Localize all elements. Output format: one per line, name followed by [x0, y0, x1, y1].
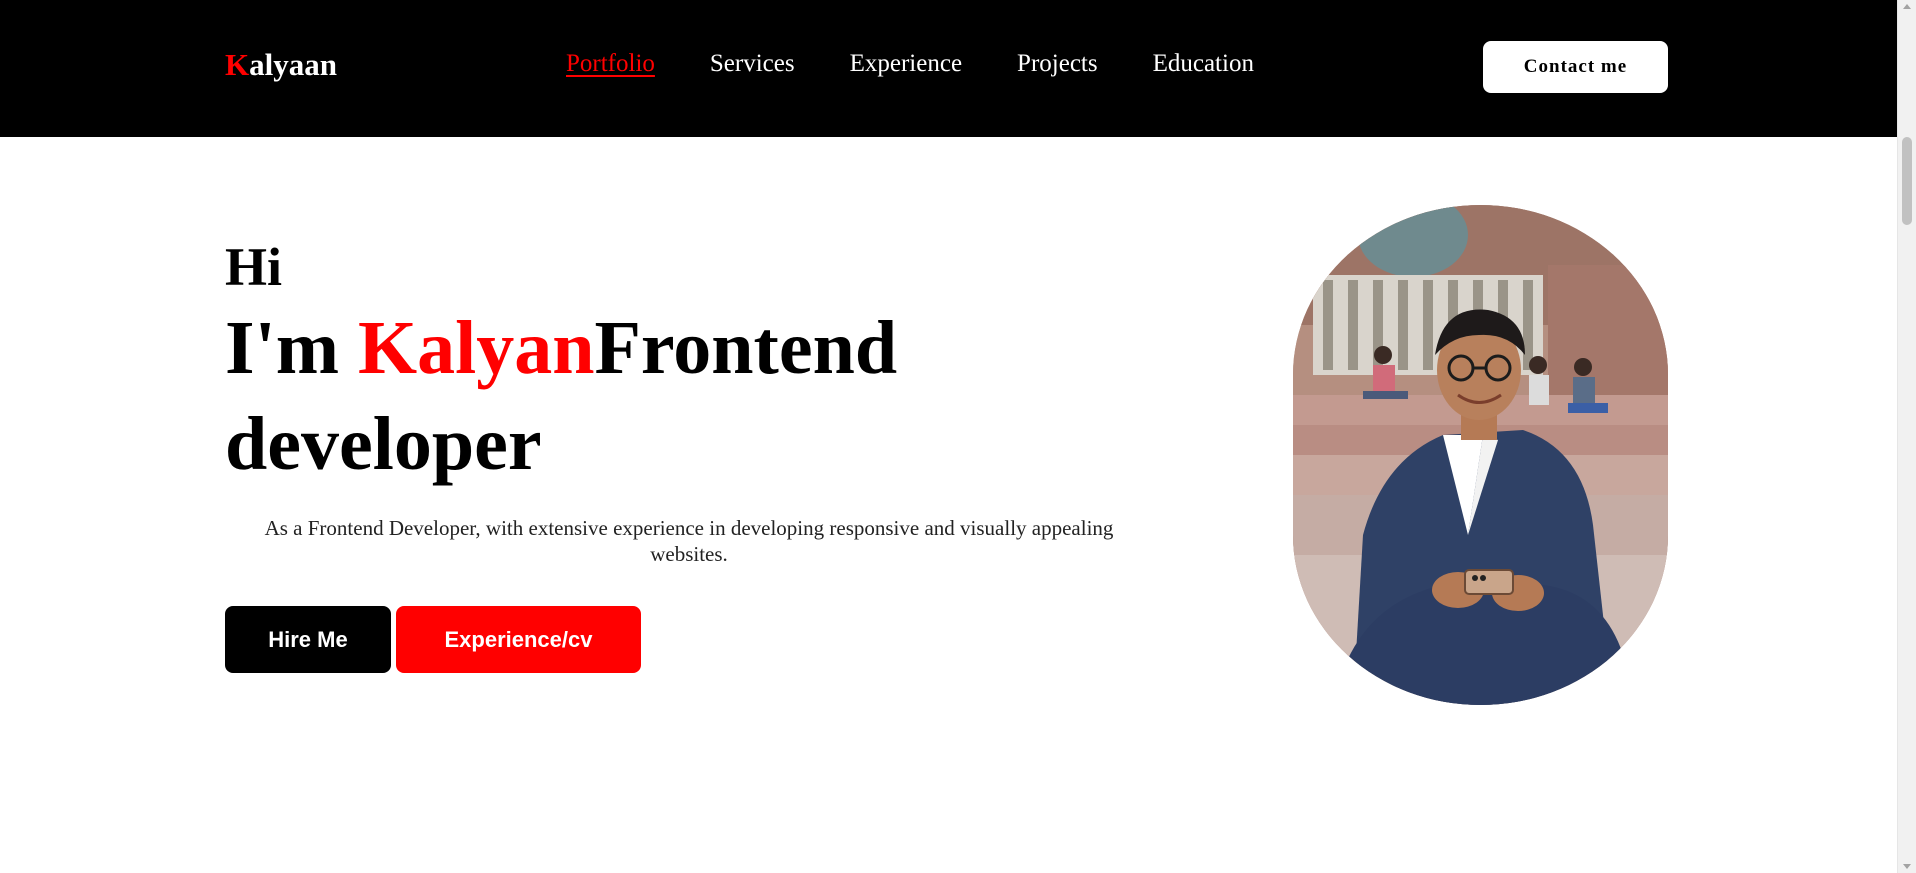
hero-title-prefix: I'm [225, 306, 358, 390]
logo[interactable]: Kalyaan [225, 47, 337, 83]
hire-me-button[interactable]: Hire Me [225, 606, 391, 673]
hero-greeting: Hi [225, 237, 283, 297]
nav-link-portfolio[interactable]: Portfolio [566, 50, 655, 78]
hero-name: Kalyan [358, 306, 595, 390]
scroll-down-icon[interactable] [1903, 864, 1911, 869]
hero-description: As a Frontend Developer, with extensive … [264, 516, 1114, 566]
nav-link-projects[interactable]: Projects [1017, 50, 1098, 78]
navbar: Kalyaan Portfolio Services Experience Pr… [0, 0, 1897, 137]
scroll-thumb[interactable] [1902, 137, 1912, 225]
scroll-up-icon[interactable] [1903, 4, 1911, 9]
nav-link-experience[interactable]: Experience [850, 50, 962, 78]
page-scrollbar[interactable] [1897, 0, 1916, 873]
experience-cv-button[interactable]: Experience/cv [396, 606, 641, 673]
nav-link-education[interactable]: Education [1153, 50, 1254, 78]
profile-photo-illustration [1293, 205, 1668, 705]
contact-me-button[interactable]: Contact me [1483, 41, 1668, 93]
hero-title: I'm KalyanFrontend developer [225, 300, 985, 492]
nav-links: Portfolio Services Experience Projects E… [566, 50, 1254, 78]
logo-initial: K [225, 47, 250, 82]
nav-link-services[interactable]: Services [710, 50, 795, 78]
logo-rest: alyaan [249, 47, 337, 82]
profile-photo [1293, 205, 1668, 705]
